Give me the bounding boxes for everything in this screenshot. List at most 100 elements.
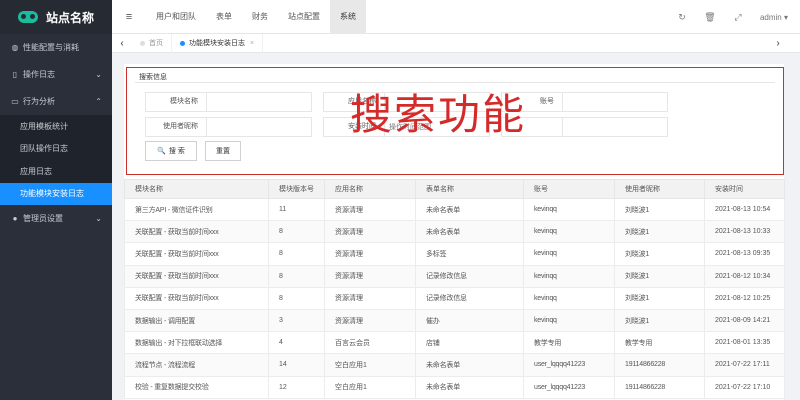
table-cell: 资源清理	[324, 308, 416, 333]
account-input[interactable]	[563, 92, 668, 112]
table-cell: 未命名表单	[415, 220, 524, 244]
table-cell: 教学专用	[523, 331, 615, 355]
table-row[interactable]: 关联配置 - 获取当前时间xxx 8 资源清理 多标签 kevinqq 刘晓波1 2021-…	[124, 242, 785, 266]
sidebar-submenu: 应用模板统计 团队操作日志 应用日志 功能模块安装日志	[0, 115, 112, 205]
table-cell: user_lqqqq41223	[523, 353, 615, 377]
sidebar-subitem-module-install-log[interactable]: 功能模块安装日志	[0, 182, 112, 205]
nav-finance[interactable]: 财务	[242, 0, 278, 34]
user-icon: ●	[12, 214, 18, 223]
tab-scroll-left-icon[interactable]: ‹	[112, 38, 132, 49]
table-row[interactable]: 校验 - 重复数据提交校验 12 空白应用1 未命名表单 user_lqqqq41223…	[124, 375, 785, 399]
table-cell: user_lqqqq41223	[523, 375, 615, 399]
top-toolbar: ↻ 🗑 ⤢ admin ▾	[668, 0, 800, 34]
sidebar-item-label: 性能配置与消耗	[23, 43, 79, 52]
tab-dot-icon	[140, 40, 145, 46]
account-field: 账号	[501, 92, 668, 112]
table-cell: 11	[268, 197, 325, 222]
extra-field	[501, 117, 668, 137]
table-cell: 刘晓波1	[614, 264, 705, 288]
table-cell: 刘晓波1	[614, 308, 705, 333]
column-header[interactable]: 账号	[523, 179, 615, 199]
table-row[interactable]: 关联配置 - 获取当前时间xxx 8 资源清理 未命名表单 kevinqq 刘晓波1 202…	[124, 220, 785, 244]
module-name-input[interactable]	[207, 92, 312, 112]
table-cell: 刘晓波1	[614, 286, 705, 310]
search-button[interactable]: 🔍 搜 索	[145, 141, 197, 161]
table-cell: 2021-08-12 10:25	[704, 286, 785, 310]
table-cell: 关联配置 - 获取当前时间xxx	[124, 220, 269, 244]
reset-button[interactable]: 重置	[205, 141, 241, 161]
table-cell: kevinqq	[523, 220, 615, 244]
sidebar-subitem-template-stats[interactable]: 应用模板统计	[0, 115, 112, 138]
nav-users-teams[interactable]: 用户和团队	[146, 0, 206, 34]
table-cell: kevinqq	[523, 197, 615, 222]
table-cell: 资源清理	[324, 264, 416, 288]
sidebar-item-behavior-analysis[interactable]: ▭ 行为分析 ⌃	[0, 88, 112, 115]
table-cell: kevinqq	[523, 242, 615, 266]
sidebar-item-label: 管理员设置	[23, 214, 63, 223]
table-row[interactable]: 流程节点 - 流程流程 14 空白应用1 未命名表单 user_lqqqq41223 19…	[124, 353, 785, 377]
tab-label: 功能模块安装日志	[189, 40, 245, 47]
table-cell: 教学专用	[614, 331, 705, 355]
tab-module-install-log[interactable]: 功能模块安装日志 ×	[172, 33, 264, 53]
tab-scroll-right-icon[interactable]: ›	[768, 38, 788, 49]
table-cell: 流程节点 - 流程流程	[124, 353, 269, 377]
logo[interactable]: 站点名称	[0, 0, 112, 34]
table-cell: 14	[268, 353, 325, 377]
table-row[interactable]: 数据输出 - 调用配置 3 资源清理 催办 kevinqq 刘晓波1 2021-08-09 …	[124, 308, 785, 333]
monitor-icon: ▭	[11, 97, 19, 106]
user-menu[interactable]: admin ▾	[752, 13, 800, 22]
search-button-label: 搜 索	[168, 148, 185, 155]
shield-icon: ◍	[11, 43, 19, 52]
close-icon[interactable]: ×	[250, 40, 254, 47]
table-cell: 数据输出 - 调用配置	[124, 308, 269, 333]
nickname-input[interactable]	[207, 117, 312, 137]
divider	[135, 82, 775, 83]
trash-icon[interactable]: 🗑	[696, 12, 724, 23]
sidebar-subitem-team-log[interactable]: 团队操作日志	[0, 138, 112, 161]
fullscreen-icon[interactable]: ⤢	[724, 12, 752, 23]
table-cell: 2021-08-09 14:21	[704, 308, 785, 333]
table-cell: 数据输出 - 对下拉框联动选择	[124, 331, 269, 355]
table-cell: 记录修改信息	[415, 264, 524, 288]
nav-forms[interactable]: 表单	[206, 0, 242, 34]
search-icon: 🔍	[157, 148, 166, 155]
tab-bar: ‹ 首页 功能模块安装日志 × ›	[112, 33, 800, 53]
table-cell: 刘晓波1	[614, 197, 705, 222]
refresh-icon[interactable]: ↻	[668, 12, 696, 23]
extra-input[interactable]	[563, 117, 668, 137]
sidebar-item-performance[interactable]: ◍ 性能配置与消耗	[0, 34, 112, 61]
table-row[interactable]: 第三方API - 微信证件识别 11 资源清理 未命名表单 kevinqq 刘晓波1 202…	[124, 197, 785, 222]
gamepad-logo-icon	[18, 11, 38, 23]
table-row[interactable]: 数据输出 - 对下拉框联动选择 4 百言云会员 店铺 教学专用 教学专用 2021-08-0…	[124, 331, 785, 355]
table-cell: 12	[268, 375, 325, 399]
site-name: 站点名称	[46, 10, 95, 25]
table-cell: 未命名表单	[415, 353, 524, 377]
sidebar-subitem-app-log[interactable]: 应用日志	[0, 160, 112, 183]
module-name-field: 模块名称	[145, 92, 312, 112]
table-cell: 8	[268, 220, 325, 244]
table-body: 第三方API - 微信证件识别 11 资源清理 未命名表单 kevinqq 刘晓波1 202…	[124, 197, 785, 399]
nav-system[interactable]: 系统	[330, 0, 366, 34]
sidebar-item-label: 操作日志	[23, 70, 55, 79]
sidebar-item-label: 行为分析	[23, 97, 55, 106]
table-cell: 多标签	[415, 242, 524, 266]
menu-toggle-icon[interactable]: ≡	[112, 11, 146, 23]
table-cell: 2021-07-22 17:10	[704, 375, 785, 399]
column-header[interactable]: 应用名称	[324, 179, 416, 199]
column-header[interactable]: 模块名称	[124, 179, 269, 199]
column-header[interactable]: 表单名称	[415, 179, 524, 199]
table-row[interactable]: 关联配置 - 获取当前时间xxx 8 资源清理 记录修改信息 kevinqq 刘晓波1 20…	[124, 286, 785, 310]
table-row[interactable]: 关联配置 - 获取当前时间xxx 8 资源清理 记录修改信息 kevinqq 刘晓波1 20…	[124, 264, 785, 288]
column-header[interactable]: 模块版本号	[268, 179, 325, 199]
search-panel: 搜索信息 模块名称 应用名称 账号 使用者昵称 安装时间 🔍 搜 索	[126, 67, 784, 175]
sidebar-item-admin-settings[interactable]: ● 管理员设置 ⌄	[0, 205, 112, 232]
annotation-overlay-text: 搜索功能	[350, 90, 527, 139]
column-header[interactable]: 使用者昵称	[614, 179, 705, 199]
tab-home[interactable]: 首页	[132, 33, 172, 53]
table-cell: 2021-08-13 10:33	[704, 220, 785, 244]
table-cell: 8	[268, 264, 325, 288]
nav-site-config[interactable]: 站点配置	[278, 0, 330, 34]
sidebar-item-operation-log[interactable]: ▯ 操作日志 ⌄	[0, 61, 112, 88]
column-header[interactable]: 安装时间	[704, 179, 785, 199]
table-cell: 19114866228	[614, 375, 705, 399]
